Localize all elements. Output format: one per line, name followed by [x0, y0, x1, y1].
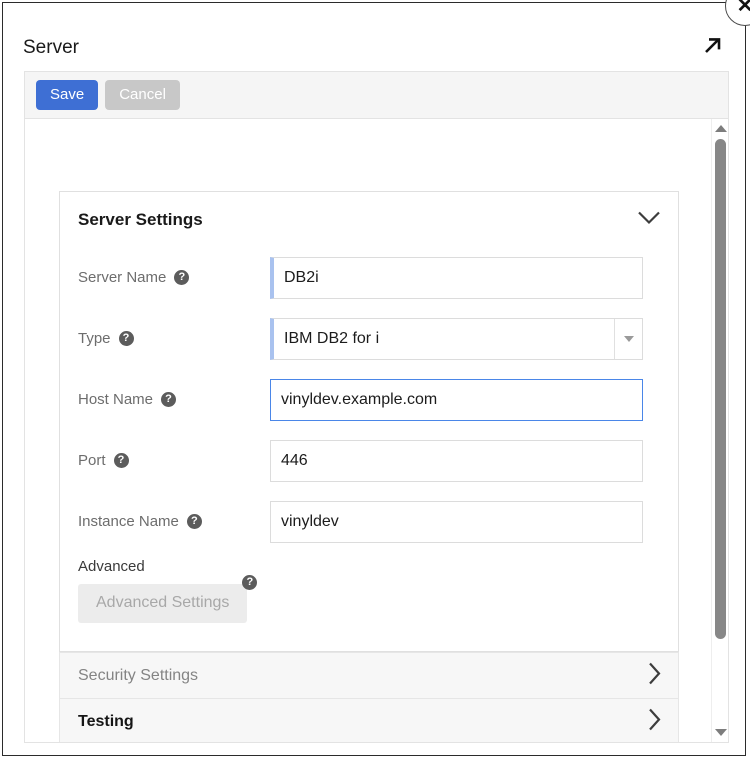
field-control-port: 446: [270, 440, 658, 482]
scroll-down-arrow-icon[interactable]: [712, 725, 728, 740]
field-row-instance-name: Instance Name ? vinyldev: [78, 491, 658, 552]
field-label-port: Port ?: [78, 452, 270, 469]
field-control-type: IBM DB2 for i: [270, 318, 658, 360]
help-icon[interactable]: ?: [114, 453, 129, 468]
help-icon[interactable]: ?: [242, 575, 257, 590]
section-label: Testing: [78, 713, 134, 731]
label-text: Host Name: [78, 391, 153, 408]
instance-name-input[interactable]: vinyldev: [270, 501, 643, 543]
port-input[interactable]: 446: [270, 440, 643, 482]
label-text: Port: [78, 452, 106, 469]
type-select[interactable]: IBM DB2 for i: [270, 318, 643, 360]
server-settings-card: Save Cancel Server Settings: [24, 71, 729, 743]
server-panel-window: Server Save Cancel Server Settings: [2, 2, 746, 756]
server-settings-section: Server Settings Server Name ?: [59, 191, 679, 652]
field-control-instance-name: vinyldev: [270, 501, 658, 543]
chevron-down-icon[interactable]: [636, 209, 662, 230]
field-control-server-name: DB2i: [270, 257, 658, 299]
server-settings-form: Server Name ? DB2i Type ?: [60, 247, 678, 651]
field-label-instance-name: Instance Name ?: [78, 513, 270, 530]
field-label-server-name: Server Name ?: [78, 269, 270, 286]
server-name-input[interactable]: DB2i: [270, 257, 643, 299]
field-row-server-name: Server Name ? DB2i: [78, 247, 658, 308]
scroll-down-triangle: [715, 729, 727, 736]
scroll-up-arrow-icon[interactable]: [712, 121, 728, 136]
chevron-right-icon[interactable]: [646, 707, 662, 738]
section-title: Server Settings: [78, 210, 203, 230]
action-toolbar: Save Cancel: [25, 72, 728, 119]
cancel-button[interactable]: Cancel: [105, 80, 180, 110]
scroll-up-triangle: [715, 125, 727, 132]
save-button[interactable]: Save: [36, 80, 98, 110]
advanced-settings-button-wrap: Advanced Settings ?: [78, 584, 247, 623]
chevron-right-icon[interactable]: [646, 660, 662, 691]
field-control-host-name: vinyldev.example.com: [270, 379, 658, 421]
help-icon[interactable]: ?: [187, 514, 202, 529]
field-label-type: Type ?: [78, 330, 270, 347]
close-button[interactable]: ✕: [725, 0, 750, 26]
popout-arrow-icon[interactable]: [699, 33, 725, 59]
advanced-block: Advanced Advanced Settings ?: [78, 552, 658, 623]
advanced-label: Advanced: [78, 558, 658, 575]
close-icon: ✕: [737, 0, 750, 17]
field-label-host-name: Host Name ?: [78, 391, 270, 408]
section-testing[interactable]: Testing: [59, 699, 679, 742]
collapsed-sections: Security Settings Testing: [59, 652, 679, 742]
type-select-value: IBM DB2 for i: [284, 330, 379, 348]
chevron-down-icon[interactable]: [614, 319, 642, 359]
scroll-thumb[interactable]: [715, 139, 726, 639]
host-name-input[interactable]: vinyldev.example.com: [270, 379, 643, 421]
help-icon[interactable]: ?: [161, 392, 176, 407]
label-text: Instance Name: [78, 513, 179, 530]
panel-header: Server: [23, 31, 729, 65]
label-text: Server Name: [78, 269, 166, 286]
help-icon[interactable]: ?: [119, 331, 134, 346]
page-title: Server: [23, 31, 729, 65]
dropdown-triangle: [624, 336, 634, 342]
field-row-type: Type ? IBM DB2 for i: [78, 308, 658, 369]
server-settings-section-header[interactable]: Server Settings: [60, 192, 678, 247]
field-row-host-name: Host Name ? vinyldev.example.com: [78, 369, 658, 430]
label-text: Type: [78, 330, 111, 347]
section-label: Security Settings: [78, 667, 198, 685]
advanced-settings-button[interactable]: Advanced Settings: [78, 584, 247, 623]
scroll-content-area: Server Settings Server Name ?: [25, 119, 728, 742]
vertical-scrollbar[interactable]: [711, 119, 728, 742]
field-row-port: Port ? 446: [78, 430, 658, 491]
help-icon[interactable]: ?: [174, 270, 189, 285]
section-security-settings[interactable]: Security Settings: [59, 652, 679, 699]
